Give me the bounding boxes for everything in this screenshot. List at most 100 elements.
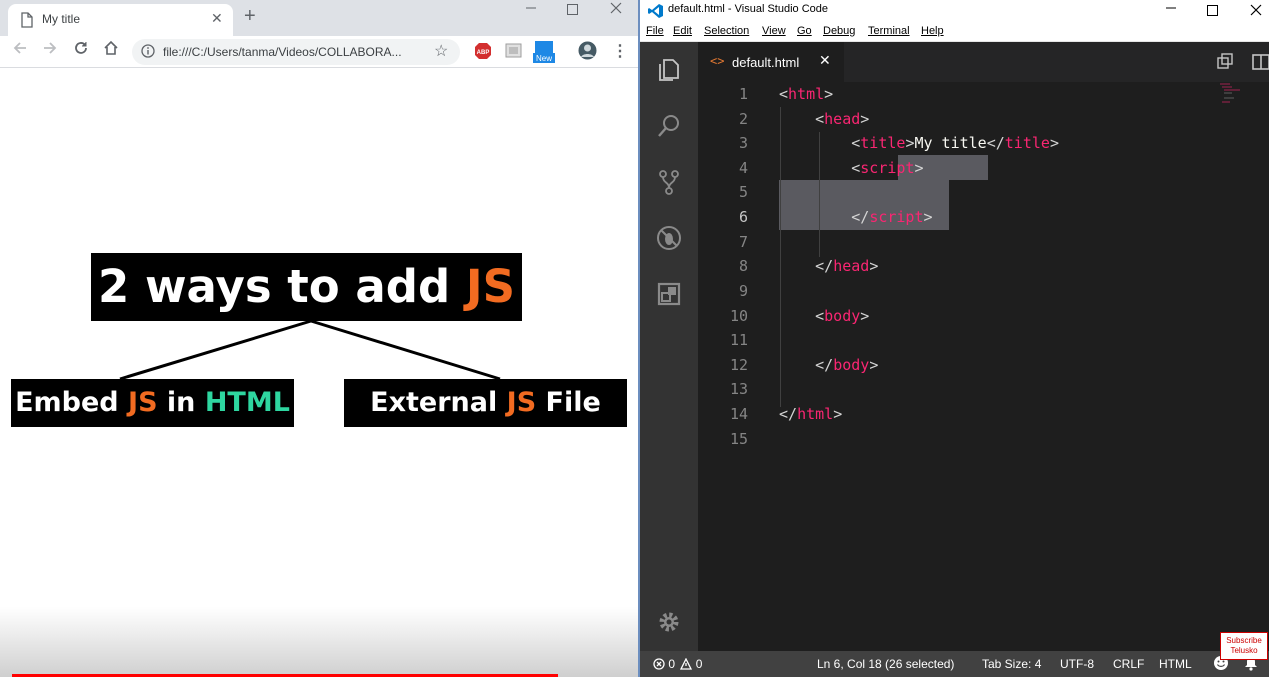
close-tab-icon[interactable]: ✕ (819, 52, 831, 69)
more-menu-icon[interactable]: ⋮ (612, 41, 628, 61)
back-icon[interactable] (12, 40, 28, 61)
menu-help[interactable]: Help (921, 25, 944, 37)
vscode-minimize-icon[interactable] (1165, 0, 1177, 19)
code-line-1: <html> (779, 85, 834, 103)
vscode-close-icon[interactable] (1250, 3, 1262, 19)
subscribe-watermark[interactable]: Subscribe Telusko (1220, 632, 1268, 660)
code-line-14: </html> (779, 405, 843, 423)
problems-indicator[interactable]: 0 0 (653, 657, 702, 671)
bookmark-star-icon[interactable]: ☆ (434, 41, 448, 61)
error-count: 0 (668, 657, 676, 671)
tab-strip: My title ✕ + (0, 0, 638, 36)
code-line-6: </script> (851, 208, 933, 226)
web-page: 2 ways to add JS Embed JS in HTML Extern… (0, 69, 638, 677)
document-icon (21, 12, 33, 28)
warning-icon (680, 657, 693, 670)
info-icon[interactable] (141, 44, 155, 58)
forward-icon[interactable] (42, 40, 58, 61)
menu-bar: File Edit Selection View Go Debug Termin… (640, 22, 1269, 42)
new-extension-icon[interactable]: New (533, 40, 555, 69)
script-open-tag: script (860, 159, 915, 177)
html-file-icon: <> (710, 54, 725, 68)
address-bar[interactable]: file:///C:/Users/tanma/Videos/COLLABORA.… (132, 39, 460, 65)
head-close-tag: head (833, 257, 870, 275)
settings-gear-icon[interactable] (655, 608, 683, 636)
embed-js-box: Embed JS in HTML (11, 379, 294, 427)
vscode-titlebar: default.html - Visual Studio Code (640, 0, 1269, 22)
close-tab-icon[interactable]: ✕ (211, 10, 223, 27)
line-number: 10 (729, 307, 748, 325)
vscode-logo-icon (648, 4, 663, 18)
extension-icon[interactable] (505, 42, 522, 64)
source-control-icon[interactable] (655, 168, 683, 196)
minimize-icon[interactable] (525, 0, 537, 19)
script-close-tag: script (869, 208, 924, 226)
line-number: 9 (738, 282, 748, 300)
main-title-js: JS (465, 260, 516, 313)
vscode-window: default.html - Visual Studio Code File E… (640, 0, 1269, 677)
minimap[interactable] (1218, 82, 1258, 112)
selection-line-5 (779, 180, 949, 205)
external-js-box: External JS File (344, 379, 627, 427)
embed-text-1: Embed (15, 387, 129, 418)
search-icon[interactable] (655, 112, 683, 140)
debug-icon[interactable] (655, 224, 683, 252)
cursor-position[interactable]: Ln 6, Col 18 (26 selected) (817, 657, 954, 671)
adblock-icon[interactable]: ABP (474, 42, 492, 65)
encoding[interactable]: UTF-8 (1060, 657, 1094, 671)
browser-tab[interactable]: My title ✕ (8, 4, 233, 36)
reload-icon[interactable] (73, 40, 89, 61)
window-title: default.html - Visual Studio Code (668, 3, 828, 15)
menu-edit[interactable]: Edit (673, 25, 692, 37)
warning-count: 0 (695, 657, 703, 671)
line-number: 6 (738, 208, 748, 226)
vscode-maximize-icon[interactable] (1207, 3, 1218, 19)
line-number: 8 (738, 257, 748, 275)
line-number: 12 (729, 356, 748, 374)
code-line-10: <body> (815, 307, 870, 325)
extensions-icon[interactable] (655, 280, 683, 308)
menu-selection[interactable]: Selection (704, 25, 749, 37)
browser-window: My title ✕ + file:///C:/Users/tanma/Vide… (0, 0, 638, 677)
url-text: file:///C:/Users/tanma/Videos/COLLABORA.… (163, 45, 402, 59)
error-icon (653, 658, 665, 670)
code-editor[interactable]: 1 2 3 4 5 6 7 8 9 10 11 12 13 14 15 <htm… (698, 82, 1269, 651)
menu-go[interactable]: Go (797, 25, 812, 37)
line-ending[interactable]: CRLF (1113, 657, 1144, 671)
video-shade (0, 607, 638, 677)
line-number: 3 (738, 134, 748, 152)
menu-terminal[interactable]: Terminal (868, 25, 910, 37)
body-open-tag: body (824, 307, 861, 325)
close-window-icon[interactable] (610, 2, 622, 17)
split-editor-icon[interactable] (1251, 52, 1269, 72)
line-number: 7 (738, 233, 748, 251)
explorer-icon[interactable] (655, 56, 683, 84)
main-title-text: 2 ways to add (97, 260, 466, 313)
menu-view[interactable]: View (762, 25, 786, 37)
language-mode[interactable]: HTML (1159, 657, 1192, 671)
tab-default-html[interactable]: <> default.html ✕ (698, 42, 844, 82)
menu-file[interactable]: File (646, 25, 664, 37)
new-badge-label: New (536, 54, 552, 63)
code-line-4: <script> (851, 159, 924, 177)
line-number: 11 (729, 331, 748, 349)
home-icon[interactable] (103, 40, 119, 61)
new-tab-button[interactable]: + (244, 5, 256, 28)
watermark-line-2: Telusko (1230, 646, 1258, 655)
line-number: 1 (738, 85, 748, 103)
menu-debug[interactable]: Debug (823, 25, 855, 37)
open-changes-icon[interactable] (1215, 52, 1235, 72)
embed-js: JS (128, 387, 158, 418)
line-number: 5 (738, 183, 748, 201)
maximize-icon[interactable] (567, 3, 578, 18)
code-line-12: </body> (815, 356, 879, 374)
tab-size[interactable]: Tab Size: 4 (982, 657, 1041, 671)
head-open-tag: head (824, 110, 861, 128)
watermark-line-1: Subscribe (1226, 636, 1262, 645)
line-number: 13 (729, 380, 748, 398)
activity-bar (640, 42, 698, 651)
html-close-tag: html (797, 405, 834, 423)
avatar[interactable] (578, 41, 597, 65)
title-text: My title (914, 134, 987, 152)
body-close-tag: body (833, 356, 870, 374)
